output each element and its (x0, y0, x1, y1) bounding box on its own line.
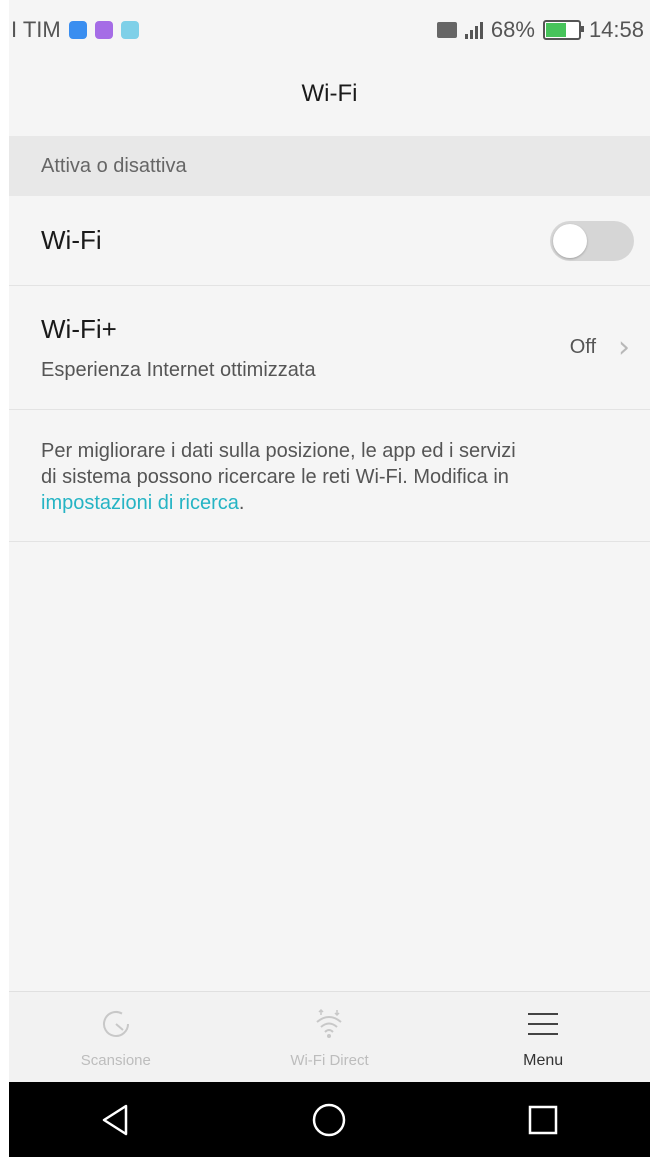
recents-button[interactable] (483, 1104, 603, 1136)
wifi-plus-title: Wi-Fi+ (41, 313, 117, 344)
wifi-plus-value: Off (569, 336, 596, 358)
battery-icon (542, 20, 584, 40)
clock: 14:58 (588, 17, 644, 42)
info-line-2: di sistema possono ricercare le reti Wi-… (41, 466, 509, 488)
scan-label: Scansione (80, 1052, 151, 1069)
status-bar: I TIM 68% 14:58 (9, 8, 650, 52)
info-period: . (238, 492, 245, 514)
menu-button[interactable]: Menu (443, 1006, 643, 1070)
viber-icon (94, 21, 113, 39)
wifi-direct-label: Wi-Fi Direct (290, 1052, 369, 1069)
signal-icon (464, 21, 483, 39)
back-icon (102, 1104, 128, 1135)
wifi-plus-status: Off › (570, 330, 634, 365)
messenger-icon (68, 21, 87, 39)
info-line-1: Per migliorare i dati sulla posizione, l… (41, 440, 516, 462)
home-button[interactable] (269, 1102, 389, 1138)
carrier-label: I TIM (11, 17, 61, 42)
page-title: Wi-Fi (301, 80, 358, 107)
section-header: Attiva o disattiva (9, 136, 650, 196)
menu-label: Menu (523, 1051, 564, 1069)
wifi-direct-button[interactable]: Wi-Fi Direct (229, 1006, 429, 1069)
section-header-label: Attiva o disattiva (41, 154, 187, 177)
scan-settings-link[interactable]: impostazioni di ricerca (41, 492, 239, 514)
scan-button[interactable]: Scansione (16, 1006, 216, 1069)
wifi-plus-texts: Wi-Fi+ Esperienza Internet ottimizzata (41, 314, 316, 382)
wifi-row-title: Wi-Fi (41, 225, 102, 255)
wifi-toggle-switch[interactable] (550, 220, 634, 261)
status-right: 68% 14:58 (436, 17, 650, 43)
battery-fill (545, 23, 566, 37)
back-button[interactable] (56, 1103, 176, 1137)
recents-icon (528, 1105, 558, 1134)
info-line-3: impostazioni di ricerca. (41, 490, 618, 516)
messages-icon (120, 21, 139, 39)
toggle-knob (553, 223, 587, 258)
wifi-direct-icon (311, 1006, 347, 1042)
wifi-toggle-row[interactable]: Wi-Fi (9, 196, 650, 286)
system-nav-bar (9, 1082, 650, 1157)
wifi-plus-subtitle: Esperienza Internet ottimizzata (41, 358, 316, 381)
page-title-bar: Wi-Fi (9, 52, 650, 136)
status-left: I TIM (9, 17, 139, 43)
nfc-icon (436, 22, 457, 38)
refresh-icon (98, 1006, 134, 1042)
chevron-right-icon: › (618, 330, 630, 365)
scanning-info: Per migliorare i dati sulla posizione, l… (9, 410, 650, 542)
wifi-plus-row[interactable]: Wi-Fi+ Esperienza Internet ottimizzata O… (9, 286, 650, 410)
bottom-action-bar: Scansione Wi-Fi Direct Menu (9, 991, 650, 1083)
battery-percent: 68% (490, 17, 535, 42)
home-icon (313, 1103, 346, 1136)
menu-icon (525, 1006, 561, 1042)
wifi-settings-screen: I TIM 68% 14:58 Wi-Fi Attiva o disattiva… (9, 0, 650, 1157)
